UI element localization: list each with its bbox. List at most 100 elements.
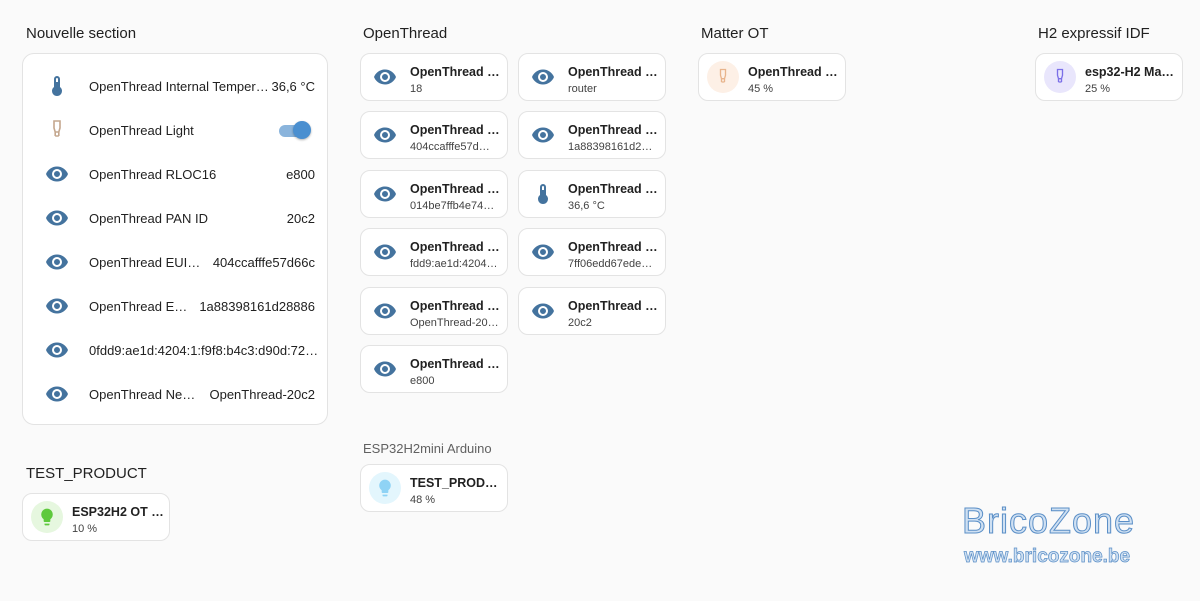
tile-value: e800 (410, 375, 435, 387)
thermometer-icon (45, 74, 69, 98)
tile-name: OpenThread … (410, 65, 500, 79)
entity-value: 404ccafffe57d66c (212, 254, 315, 270)
tile-value: 014be7ffb4e74… (410, 200, 495, 212)
tile-value: 7ff06edd67ede… (568, 258, 653, 270)
tile-openthread-temperature[interactable]: OpenThread I… 36,6 °C (518, 170, 666, 218)
entity-name: OpenThread Netw… (89, 386, 197, 402)
eye-icon (45, 294, 69, 318)
tile-openthread[interactable]: OpenThread … router (518, 53, 666, 101)
tile-value: 10 % (72, 523, 98, 535)
entity-value: OpenThread-20c2 (209, 386, 315, 402)
tile-openthread[interactable]: OpenThread … 18 (360, 53, 508, 101)
tile-value: 1a88398161d2… (568, 141, 653, 153)
tile-value: OpenThread-20… (410, 317, 499, 329)
light-toggle[interactable] (277, 121, 311, 139)
tile-openthread[interactable]: OpenThread … 014be7ffb4e74… (360, 170, 508, 218)
eye-icon (373, 182, 397, 206)
tile-openthread[interactable]: OpenThread I… fdd9:ae1d:4204… (360, 228, 508, 276)
eye-icon (45, 206, 69, 230)
eye-icon (373, 65, 397, 89)
entity-row-light[interactable]: OpenThread Light (23, 112, 329, 148)
light-bulb-icon (369, 472, 401, 504)
section-title-matter-ot: Matter OT (701, 25, 769, 42)
entity-name: OpenThread PAN ID (89, 210, 208, 226)
eye-icon (531, 123, 555, 147)
thermometer-icon (531, 182, 555, 206)
entity-row-network-name[interactable]: OpenThread Netw… OpenThread-20c2 (23, 376, 329, 412)
tile-name: OpenThread I… (568, 182, 660, 196)
eye-icon (45, 338, 69, 362)
entity-row-rloc16[interactable]: OpenThread RLOC16 e800 (23, 156, 329, 192)
watermark-url: www.bricozone.be (964, 546, 1131, 568)
watermark-logo: BricoZone (961, 500, 1136, 542)
tile-value: 404ccafffe57d… (410, 141, 490, 153)
eye-icon (531, 65, 555, 89)
eye-icon (45, 250, 69, 274)
entity-row-ipv6[interactable]: 0fdd9:ae1d:4204:1:f9f8:b4c3:d90d:72e3 (23, 332, 329, 368)
entity-row-eui64[interactable]: OpenThread EUI6… 404ccafffe57d66c (23, 244, 329, 280)
eye-icon (45, 162, 69, 186)
tile-name: OpenThread … (748, 65, 838, 79)
section-title-h2-idf: H2 expressif IDF (1038, 25, 1150, 42)
tile-value: 36,6 °C (568, 200, 605, 212)
tile-openthread[interactable]: OpenThread … 7ff06edd67ede… (518, 228, 666, 276)
tile-name: OpenThread … (568, 299, 658, 313)
tile-esp32h2-ot[interactable]: ESP32H2 OT … 10 % (22, 493, 170, 541)
tile-name: OpenThread … (410, 123, 500, 137)
light-bulb-icon (31, 501, 63, 533)
light-bulb-icon (45, 118, 69, 142)
tile-openthread[interactable]: OpenThread … e800 (360, 345, 508, 393)
section-title-esp32h2mini: ESP32H2mini Arduino (363, 441, 492, 456)
eye-icon (373, 357, 397, 381)
eye-icon (531, 240, 555, 264)
tile-esp32-h2-light[interactable]: esp32-H2 Ma… 25 % (1035, 53, 1183, 101)
tile-openthread[interactable]: OpenThread … OpenThread-20… (360, 287, 508, 335)
light-bulb-icon (1044, 61, 1076, 93)
eye-icon (373, 123, 397, 147)
entity-value: 36,6 °C (271, 78, 315, 94)
tile-name: ESP32H2 OT … (72, 505, 164, 519)
tile-value: 45 % (748, 83, 774, 95)
entity-row-ext-address[interactable]: OpenThread Ext… 1a88398161d28886 (23, 288, 329, 324)
entity-name: OpenThread Ext… (89, 298, 193, 314)
eye-icon (45, 382, 69, 406)
entity-name: OpenThread RLOC16 (89, 166, 217, 182)
eye-icon (373, 240, 397, 264)
entity-name: OpenThread Light (89, 122, 194, 138)
entity-value: 1a88398161d28886 (199, 298, 315, 314)
entity-row-pan-id[interactable]: OpenThread PAN ID 20c2 (23, 200, 329, 236)
section-title-openthread: OpenThread (363, 25, 448, 42)
tile-test-product-light[interactable]: TEST_PRODU… 48 % (360, 464, 508, 512)
tile-name: OpenThread … (410, 357, 500, 371)
tile-name: OpenThread … (568, 65, 658, 79)
section-title-nouvelle: Nouvelle section (26, 25, 137, 42)
tile-value: fdd9:ae1d:4204… (410, 258, 498, 270)
tile-openthread[interactable]: OpenThread … 404ccafffe57d… (360, 111, 508, 159)
entities-card: OpenThread Internal Tempera… 36,6 °C Ope… (22, 53, 328, 425)
tile-openthread[interactable]: OpenThread … 1a88398161d2… (518, 111, 666, 159)
tile-name: esp32-H2 Ma… (1085, 65, 1174, 79)
tile-value: 25 % (1085, 83, 1111, 95)
tile-name: OpenThread … (410, 182, 500, 196)
tile-name: OpenThread … (568, 240, 658, 254)
tile-value: 18 (410, 83, 423, 95)
entity-value: e800 (286, 166, 315, 182)
tile-matter-light[interactable]: OpenThread … 45 % (698, 53, 846, 101)
tile-openthread[interactable]: OpenThread … 20c2 (518, 287, 666, 335)
tile-name: OpenThread … (410, 299, 500, 313)
entity-name: OpenThread EUI6… (89, 254, 201, 270)
section-title-test-product: TEST_PRODUCT (26, 465, 147, 482)
tile-value: router (568, 83, 597, 95)
entity-row-temperature[interactable]: OpenThread Internal Tempera… 36,6 °C (23, 68, 329, 104)
tile-name: TEST_PRODU… (410, 476, 502, 490)
light-bulb-icon (707, 61, 739, 93)
tile-value: 48 % (410, 494, 436, 506)
entity-name: OpenThread Internal Tempera… (89, 78, 269, 94)
tile-name: OpenThread … (568, 123, 658, 137)
tile-name: OpenThread I… (410, 240, 502, 254)
eye-icon (373, 299, 397, 323)
entity-value: 20c2 (286, 210, 315, 226)
tile-value: 20c2 (568, 317, 592, 329)
eye-icon (531, 299, 555, 323)
entity-name: 0fdd9:ae1d:4204:1:f9f8:b4c3:d90d:72e3 (89, 342, 319, 358)
